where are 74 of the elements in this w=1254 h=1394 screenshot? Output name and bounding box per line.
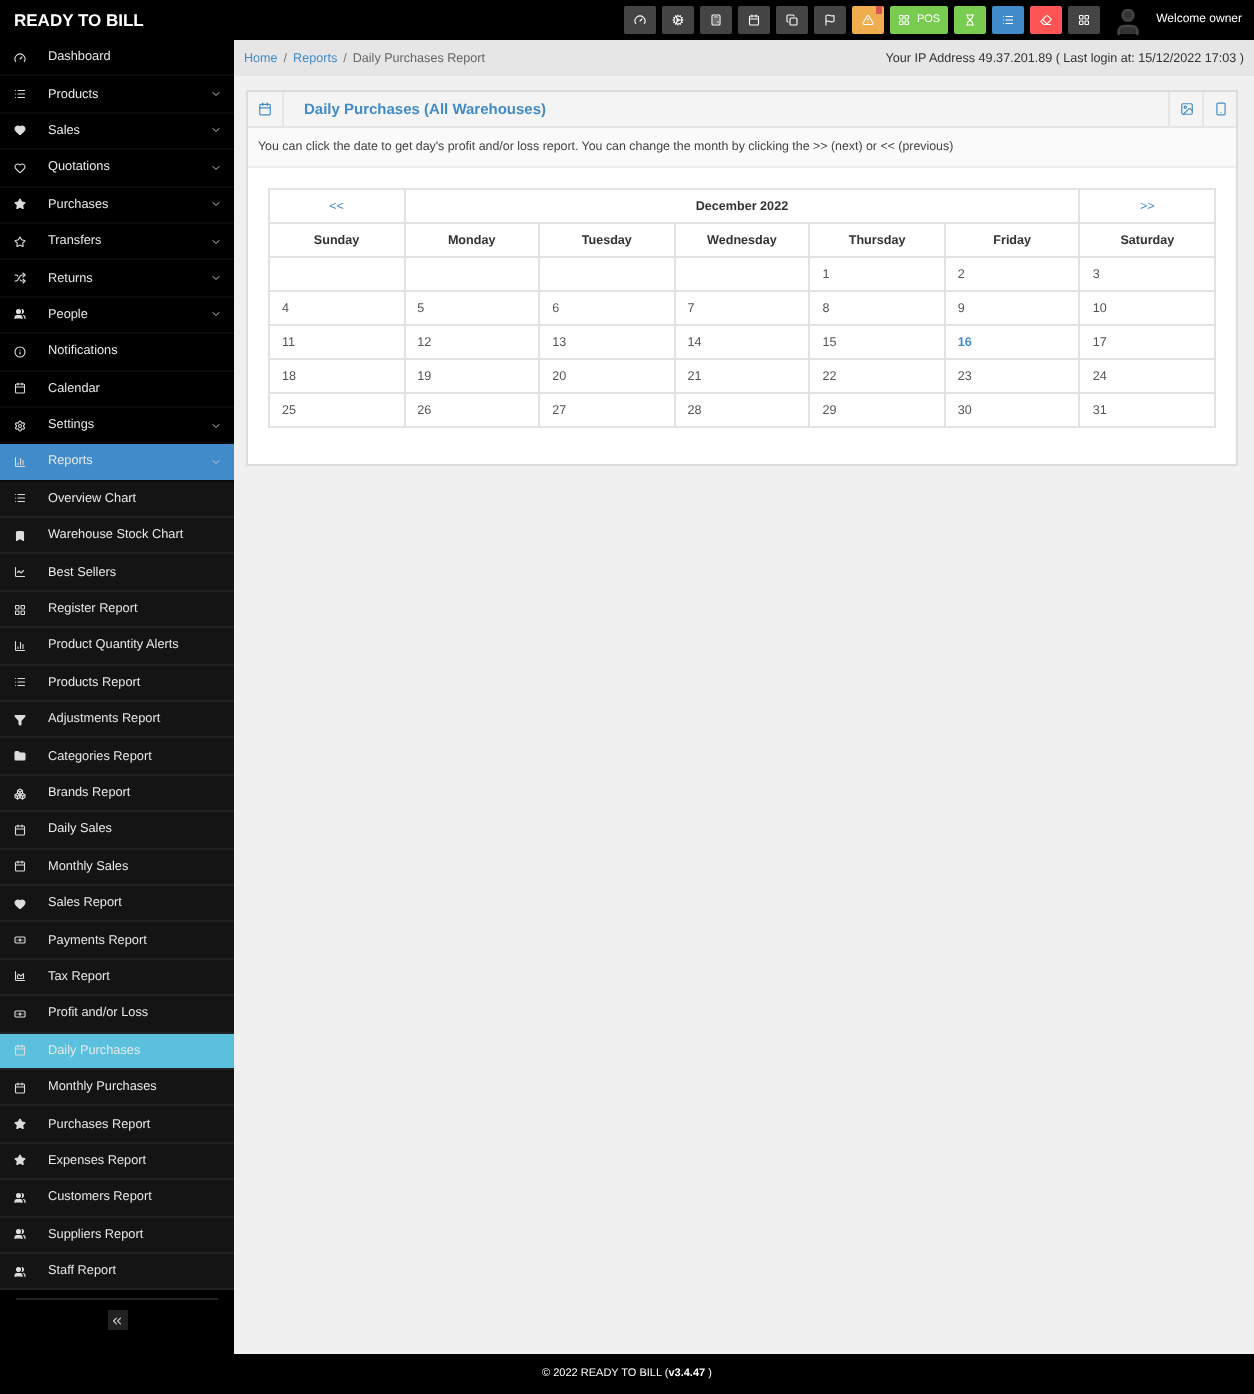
banknote-icon [14,1007,26,1020]
settings-icon [14,419,26,432]
chevron-icon [210,235,222,248]
list-icon [14,492,26,505]
chevron-icon [210,455,222,468]
phone-icon [1213,102,1227,116]
toolbar-button[interactable] [738,6,771,34]
toolbar-button[interactable] [992,6,1025,34]
hourglass-icon [964,14,977,26]
star-icon [14,198,26,211]
toolbar-button[interactable] [700,6,733,34]
toolbar-button[interactable] [954,6,987,34]
eraser-icon [1040,14,1053,26]
chevron-icon [210,308,222,321]
chevron-icon [210,124,222,137]
gauge-icon [634,14,647,26]
calendar-icon [258,102,272,116]
alert-badge [876,6,883,14]
heart-icon [14,897,26,910]
toolbar-button[interactable] [1030,6,1063,34]
list-icon [14,88,26,101]
image-icon [1179,102,1193,116]
copy-icon [786,14,799,26]
grid-icon [14,603,26,616]
list-icon [1002,14,1015,26]
warning-icon [862,14,875,26]
calendar-icon [14,1081,26,1094]
area-chart-icon [14,970,26,983]
line-chart-icon [14,566,26,579]
banknote-icon [14,934,26,947]
toolbar-button[interactable] [776,6,809,34]
chevron-icon [210,198,222,211]
chevron-icon [210,88,222,101]
avatar-icon [1112,6,1145,38]
gear-icon [672,14,685,26]
chevron-icon [210,272,222,285]
double-chevron-icon [110,1313,124,1328]
bar-chart-icon [14,455,26,468]
flag-icon [824,14,837,26]
bookmark-icon [14,529,26,542]
star-icon [14,1118,26,1131]
calendar-icon [14,823,26,836]
bar-chart-icon [14,639,26,652]
shuffle-icon [14,272,26,285]
grid-icon [1078,14,1091,26]
calendar-icon [14,1044,26,1057]
toolbar-button[interactable] [624,6,657,34]
toolbar-button[interactable] [814,6,847,34]
filter-icon [14,713,26,726]
toolbar-button[interactable] [662,6,695,34]
heart-icon [14,161,26,174]
grid-icon [898,14,911,26]
star-icon [14,235,26,248]
calendar-icon [14,382,26,395]
users-icon [14,1228,26,1241]
brand-title: READY TO BILL [14,10,146,30]
calendar-icon [748,14,761,26]
users-icon [14,1265,26,1278]
toolbar-button[interactable] [1068,6,1101,34]
info-icon [14,345,26,358]
folder-icon [14,750,26,763]
heart-icon [14,124,26,137]
users-icon [14,1191,26,1204]
users-icon [14,308,26,321]
calculator-icon [710,14,723,26]
gauge-icon [14,51,26,64]
calendar-icon [14,860,26,873]
chevron-icon [210,161,222,174]
collapse-button[interactable] [107,1310,127,1331]
star-icon [14,1154,26,1167]
toolbar-button[interactable] [852,6,885,34]
cubes-icon [14,787,26,799]
chevron-icon [210,419,222,432]
list-icon [14,676,26,689]
